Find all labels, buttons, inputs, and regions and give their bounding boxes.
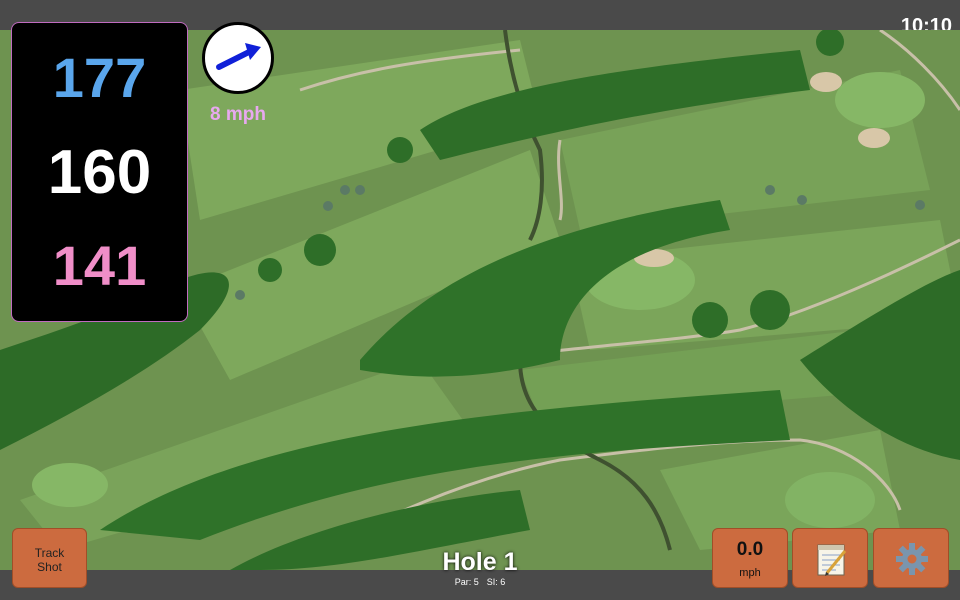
distance-middle: 160	[47, 138, 152, 207]
track-shot-button[interactable]: Track Shot	[12, 528, 87, 588]
distance-back: 177	[52, 46, 147, 109]
hole-si: SI: 6	[486, 577, 506, 587]
distance-panel: 177 160 141	[11, 22, 188, 322]
settings-button[interactable]	[873, 528, 949, 588]
arrow-right-up-icon	[216, 43, 261, 70]
wind-indicator	[202, 22, 274, 94]
scorecard-button[interactable]	[792, 528, 868, 588]
hole-par: Par: 5	[454, 577, 479, 587]
track-shot-label-line1: Track	[34, 546, 65, 560]
gear-icon	[896, 543, 928, 575]
hole-info: Par: 5 SI: 6	[400, 577, 560, 587]
speed-unit: mph	[739, 567, 761, 579]
speed-value: 0.0	[736, 539, 764, 560]
distance-front: 141	[52, 234, 147, 297]
speed-button[interactable]: 0.0 mph	[712, 528, 788, 588]
notepad-icon	[817, 544, 847, 576]
wind-speed: 8 mph	[210, 104, 266, 125]
hole-title: Hole 1	[442, 548, 518, 576]
track-shot-label-line2: Shot	[37, 560, 62, 574]
